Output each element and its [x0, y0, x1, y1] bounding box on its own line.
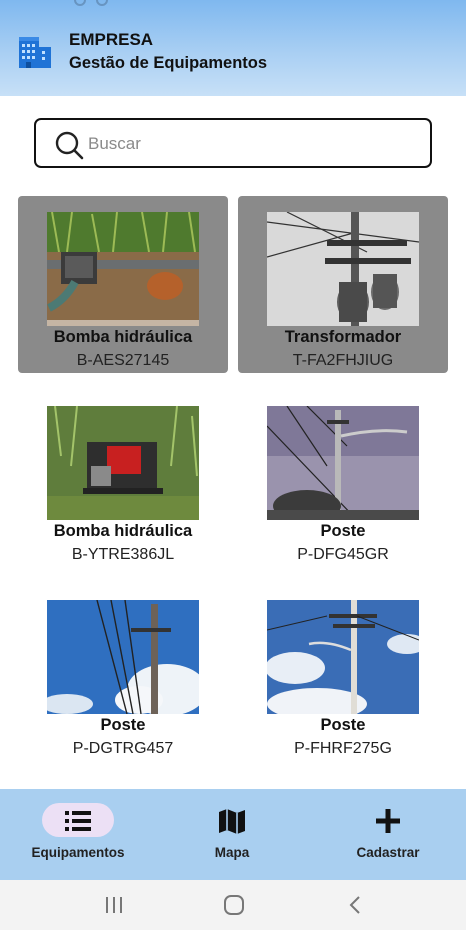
nav-label: Mapa — [214, 845, 250, 860]
search-box[interactable] — [34, 118, 432, 168]
equipment-code: P-DFG45GR — [297, 546, 389, 563]
equipment-card[interactable]: Poste P-DFG45GR — [238, 390, 448, 567]
recents-icon[interactable] — [101, 892, 127, 918]
equipment-card[interactable]: Bomba hidráulica B-AES27145 — [18, 196, 228, 373]
water-pump-photo — [47, 212, 199, 326]
utility-pole-photo — [267, 406, 419, 520]
equipment-card[interactable]: Transformador T-FA2FHJIUG — [238, 196, 448, 373]
equipment-card[interactable]: Poste P-FHRF275G — [238, 584, 448, 761]
home-icon[interactable] — [221, 892, 247, 918]
nav-item-mapa[interactable]: Mapa — [182, 789, 282, 880]
equipment-card[interactable]: Bomba hidráulica B-YTRE386JL — [18, 390, 228, 567]
company-name: EMPRESA — [69, 30, 154, 49]
status-icon — [96, 0, 108, 6]
equipment-code: B-AES27145 — [76, 352, 170, 369]
nav-item-cadastrar[interactable]: Cadastrar — [338, 789, 438, 880]
plus-icon — [376, 809, 400, 833]
back-icon[interactable] — [342, 892, 368, 918]
search-input[interactable] — [88, 129, 418, 159]
bottom-nav: Equipamentos Mapa Cadastrar — [0, 789, 466, 880]
app-header: EMPRESA Gestão de Equipamentos — [0, 0, 466, 96]
search-icon — [55, 131, 84, 160]
app-screen: EMPRESA Gestão de Equipamentos Buscar Bo… — [0, 0, 466, 930]
equipment-name: Bomba hidráulica — [53, 328, 193, 346]
utility-pole-photo — [47, 600, 199, 714]
status-icon — [74, 0, 86, 6]
water-pump-photo — [47, 406, 199, 520]
equipment-code: P-DGTRG457 — [72, 740, 174, 757]
equipment-code: T-FA2FHJIUG — [292, 352, 394, 369]
nav-label: Cadastrar — [356, 845, 420, 860]
equipment-grid: Bomba hidráulica B-AES27145 Transformado… — [0, 196, 466, 786]
nav-item-equipamentos[interactable]: Equipamentos — [20, 789, 136, 880]
equipment-name: Bomba hidráulica — [53, 522, 193, 540]
map-icon — [219, 809, 245, 834]
equipment-code: P-FHRF275G — [294, 740, 392, 757]
equipment-name: Poste — [320, 522, 366, 540]
nav-label: Equipamentos — [31, 845, 125, 860]
equipment-name: Poste — [320, 716, 366, 734]
equipment-card[interactable]: Poste P-DGTRG457 — [18, 584, 228, 761]
equipment-name: Poste — [100, 716, 146, 734]
system-nav-bar — [0, 880, 466, 930]
equipment-name: Transformador — [284, 328, 402, 346]
status-bar — [0, 0, 466, 8]
building-icon — [19, 37, 51, 68]
utility-pole-photo — [267, 600, 419, 714]
list-icon — [65, 811, 91, 831]
app-subtitle: Gestão de Equipamentos — [69, 54, 268, 72]
equipment-code: B-YTRE386JL — [71, 546, 175, 563]
transformer-photo — [267, 212, 419, 326]
